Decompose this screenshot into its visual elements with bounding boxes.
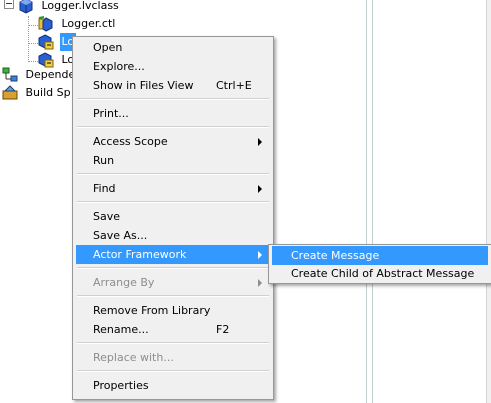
- build-specs-icon: [2, 85, 18, 101]
- tree-item-logger-lvclass[interactable]: Logger.lvclass: [2, 0, 121, 15]
- vertical-scrollbar[interactable]: [486, 0, 491, 403]
- control-icon: [38, 16, 54, 32]
- menu-item-label: Access Scope: [93, 135, 168, 148]
- right-pane: [373, 0, 491, 403]
- menu-item-label: Run: [93, 154, 115, 167]
- context-menu: Open Explore... Show in Files View Ctrl+…: [72, 36, 274, 400]
- menu-item-run[interactable]: Run: [76, 151, 270, 170]
- menu-separator: [77, 201, 269, 203]
- menu-item-label: Properties: [93, 379, 149, 392]
- lvclass-cube-icon: [18, 0, 34, 14]
- menu-item-label: Save: [93, 210, 121, 223]
- tree-item-logger-ctl[interactable]: Logger.ctl: [38, 15, 117, 33]
- menu-item-label: Actor Framework: [93, 248, 187, 261]
- menu-item-label: Arrange By: [93, 276, 155, 289]
- menu-item-print[interactable]: Print...: [76, 104, 270, 123]
- shortcut-label: F2: [216, 323, 230, 336]
- menu-separator: [77, 342, 269, 344]
- menu-item-label: Create Message: [291, 249, 380, 262]
- menu-item-label: Rename...: [93, 323, 149, 336]
- menu-item-create-message[interactable]: Create Message: [272, 246, 488, 265]
- tree-connector-line: [28, 16, 29, 62]
- menu-item-remove-from-library[interactable]: Remove From Library: [76, 301, 270, 320]
- menu-item-create-child-of-abstract-message[interactable]: Create Child of Abstract Message: [272, 264, 488, 283]
- menu-item-save[interactable]: Save: [76, 207, 270, 226]
- menu-item-open[interactable]: Open: [76, 38, 270, 57]
- menu-item-rename[interactable]: Rename... F2: [76, 320, 270, 339]
- tree-item-label: Build Sp: [25, 86, 71, 99]
- menu-item-label: Create Child of Abstract Message: [291, 267, 475, 280]
- submenu-arrow-icon: [258, 279, 262, 287]
- submenu-arrow-icon: [258, 138, 262, 146]
- tree-connector-line: [28, 61, 38, 62]
- dependencies-icon: [2, 67, 18, 83]
- tree-connector-line: [28, 25, 38, 26]
- menu-item-label: Print...: [93, 107, 129, 120]
- menu-item-access-scope[interactable]: Access Scope: [76, 132, 270, 151]
- menu-item-show-in-files-view[interactable]: Show in Files View Ctrl+E: [76, 76, 270, 95]
- menu-item-label: Find: [93, 182, 116, 195]
- menu-item-explore[interactable]: Explore...: [76, 57, 270, 76]
- menu-item-label: Save As...: [93, 229, 148, 242]
- menu-item-replace-with: Replace with...: [76, 348, 270, 367]
- menu-item-label: Replace with...: [93, 351, 174, 364]
- menu-separator: [77, 370, 269, 372]
- menu-item-label: Remove From Library: [93, 304, 211, 317]
- actor-framework-submenu: Create Message Create Child of Abstract …: [268, 244, 491, 284]
- tree-item-label: Logger.lvclass: [41, 0, 119, 12]
- menu-item-properties[interactable]: Properties: [76, 376, 270, 395]
- submenu-arrow-icon: [258, 185, 262, 193]
- tree-connector-line: [28, 43, 38, 44]
- menu-item-label: Open: [93, 41, 123, 54]
- menu-item-label: Show in Files View: [93, 79, 194, 92]
- menu-separator: [77, 295, 269, 297]
- vi-icon: [38, 34, 54, 50]
- tree-item-label: Logger.ctl: [61, 17, 116, 30]
- menu-item-save-as[interactable]: Save As...: [76, 226, 270, 245]
- tree-item-vi-selected[interactable]: Lo: [38, 33, 77, 51]
- menu-separator: [77, 267, 269, 269]
- tree-item-build-specifications[interactable]: Build Sp: [2, 84, 73, 102]
- menu-separator: [77, 126, 269, 128]
- tree-item-label: Depende: [25, 68, 76, 81]
- submenu-arrow-icon: [258, 251, 262, 259]
- menu-separator: [77, 173, 269, 175]
- shortcut-label: Ctrl+E: [216, 79, 252, 92]
- menu-item-find[interactable]: Find: [76, 179, 270, 198]
- pane-divider[interactable]: [366, 0, 367, 403]
- collapse-toggle[interactable]: [4, 0, 14, 9]
- menu-item-actor-framework[interactable]: Actor Framework: [76, 245, 270, 264]
- menu-item-label: Explore...: [93, 60, 145, 73]
- menu-item-arrange-by: Arrange By: [76, 273, 270, 292]
- menu-separator: [77, 98, 269, 100]
- tree-item-dependencies[interactable]: Depende: [2, 66, 77, 84]
